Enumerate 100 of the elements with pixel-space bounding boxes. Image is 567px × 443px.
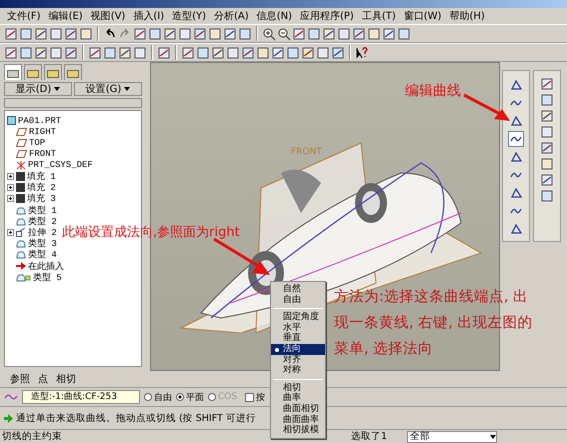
toolbar-icon[interactable] <box>49 26 63 40</box>
toolbar-icon[interactable] <box>382 26 396 40</box>
radio-option[interactable]: 自由 <box>144 390 172 404</box>
checkbox-option[interactable]: 按 <box>245 390 266 404</box>
toolbar-icon[interactable] <box>367 26 381 40</box>
toolbar-icon[interactable] <box>79 26 93 40</box>
menu-item[interactable]: 视图(V) <box>88 9 128 23</box>
toolbar-icon[interactable] <box>64 26 78 40</box>
menu-item[interactable]: 曲面曲率 <box>271 414 325 426</box>
toolbar-icon[interactable] <box>88 46 102 60</box>
toolbar-icon[interactable] <box>226 46 240 60</box>
toolbar-icon[interactable] <box>223 26 237 40</box>
toolbar-icon[interactable] <box>540 189 554 203</box>
dropdown-button[interactable]: 设置(G) <box>74 82 142 96</box>
tree-item[interactable]: 填充 3 <box>27 192 56 206</box>
tree-item[interactable]: 类型 2 <box>28 214 57 228</box>
menu-item[interactable]: 对称 <box>271 365 325 376</box>
menu-item[interactable]: 法向 <box>271 344 325 355</box>
toolbar-icon[interactable] <box>352 26 366 40</box>
toolbar-icon[interactable] <box>19 26 33 40</box>
toolbar-icon[interactable] <box>34 46 48 60</box>
menu-item[interactable]: 对齐 <box>271 354 325 366</box>
menu-item[interactable]: 曲面相切 <box>271 404 325 415</box>
toolbar-icon[interactable] <box>19 46 33 60</box>
zoom-out-icon[interactable] <box>277 26 291 40</box>
menu-item[interactable]: 自然 <box>271 284 325 295</box>
toolbar-icon[interactable] <box>271 46 285 60</box>
tool-button[interactable] <box>508 131 524 147</box>
tree-item[interactable]: 类型 4 <box>28 248 57 262</box>
toolbar-icon[interactable] <box>157 46 171 60</box>
dashboard-tab[interactable]: 点 <box>38 372 48 386</box>
menu-item[interactable]: 应用程序(P) <box>296 9 357 23</box>
dropdown-button[interactable]: 显示(D) <box>4 82 72 96</box>
toolbar-icon[interactable] <box>337 26 351 40</box>
toolbar-icon[interactable] <box>540 173 554 187</box>
panel-tab[interactable] <box>64 64 82 80</box>
tree-item[interactable]: 填充 1 <box>27 170 56 184</box>
menu-item[interactable]: 编辑(E) <box>46 9 86 23</box>
panel-tab[interactable] <box>24 64 42 80</box>
expand-icon[interactable] <box>7 173 14 180</box>
tree-item[interactable]: 在此插入 <box>28 260 64 273</box>
dashboard-tab[interactable]: 相切 <box>56 372 76 386</box>
help-icon[interactable] <box>355 46 369 60</box>
toolbar-icon[interactable] <box>181 46 195 60</box>
toolbar-icon[interactable] <box>540 125 554 139</box>
menu-item[interactable]: 垂直 <box>271 333 325 344</box>
toolbar-icon[interactable] <box>331 46 345 60</box>
toolbar-icon[interactable] <box>322 26 336 40</box>
menu-item[interactable]: 相切 <box>271 382 325 394</box>
toolbar-icon[interactable] <box>211 46 225 60</box>
curve-field[interactable]: 造型:-1:曲线:CF-253 <box>22 390 140 404</box>
tree-item[interactable]: TOP <box>29 138 46 148</box>
expand-icon[interactable] <box>7 184 14 192</box>
tree-item[interactable]: PA01.PRT <box>18 116 62 126</box>
menu-item[interactable]: 相切拔模 <box>271 425 325 436</box>
toolbar-icon[interactable] <box>49 46 63 60</box>
toolbar-icon[interactable] <box>286 46 300 60</box>
toolbar-icon[interactable] <box>540 109 554 123</box>
tree-item[interactable]: 类型 1 <box>28 204 57 217</box>
toolbar-icon[interactable] <box>397 26 411 40</box>
tree-item[interactable]: RIGHT <box>29 126 56 137</box>
toolbar-icon[interactable] <box>540 141 554 155</box>
tree-item[interactable]: 填充 2 <box>27 181 56 194</box>
toolbar-icon[interactable] <box>103 46 117 60</box>
menu-item[interactable]: 工具(T) <box>358 9 399 23</box>
panel-tab[interactable] <box>44 64 62 80</box>
tree-item[interactable]: FRONT <box>29 149 56 160</box>
menu-item[interactable]: 造型(Y) <box>169 9 210 23</box>
menu-item[interactable]: 文件(F) <box>4 9 44 23</box>
toolbar-icon[interactable] <box>540 157 554 171</box>
toolbar-icon[interactable] <box>540 93 554 107</box>
tree-item[interactable]: 类型 5 <box>33 270 62 284</box>
tree-item[interactable]: PRT_CSYS_DEF <box>28 160 93 170</box>
toolbar-icon[interactable] <box>301 46 315 60</box>
expand-icon[interactable] <box>7 228 14 236</box>
filter-dropdown[interactable]: 全部 <box>407 430 497 442</box>
toolbar-icon[interactable] <box>4 46 18 60</box>
toolbar-icon[interactable] <box>64 46 78 60</box>
toolbar-icon[interactable] <box>208 26 222 40</box>
menu-item[interactable]: 帮助(H) <box>446 9 488 23</box>
toolbar-icon[interactable] <box>256 46 270 60</box>
tree-item[interactable]: 类型 3 <box>28 237 57 250</box>
menu-item[interactable]: 曲率 <box>271 393 325 404</box>
toolbar-icon[interactable] <box>4 26 18 40</box>
toolbar-icon[interactable] <box>292 26 306 40</box>
toolbar-icon[interactable] <box>34 26 48 40</box>
toolbar-icon[interactable] <box>118 46 132 60</box>
toolbar-icon[interactable] <box>196 46 210 60</box>
expand-icon[interactable] <box>7 195 14 202</box>
tree-item[interactable]: 拉伸 2 <box>28 226 57 239</box>
toolbar-icon[interactable] <box>316 46 330 60</box>
menu-item[interactable]: 分析(A) <box>211 9 252 23</box>
menu-item[interactable]: 信息(N) <box>254 9 295 23</box>
toolbar-icon[interactable] <box>238 26 252 40</box>
filter-field[interactable] <box>4 98 142 108</box>
menu-item[interactable]: 固定角度 <box>271 312 325 323</box>
toolbar-icon[interactable] <box>133 46 147 60</box>
menu-item[interactable]: 水平 <box>271 322 325 334</box>
toolbar-icon[interactable] <box>133 26 147 40</box>
radio-option[interactable]: 平面 <box>176 390 204 404</box>
